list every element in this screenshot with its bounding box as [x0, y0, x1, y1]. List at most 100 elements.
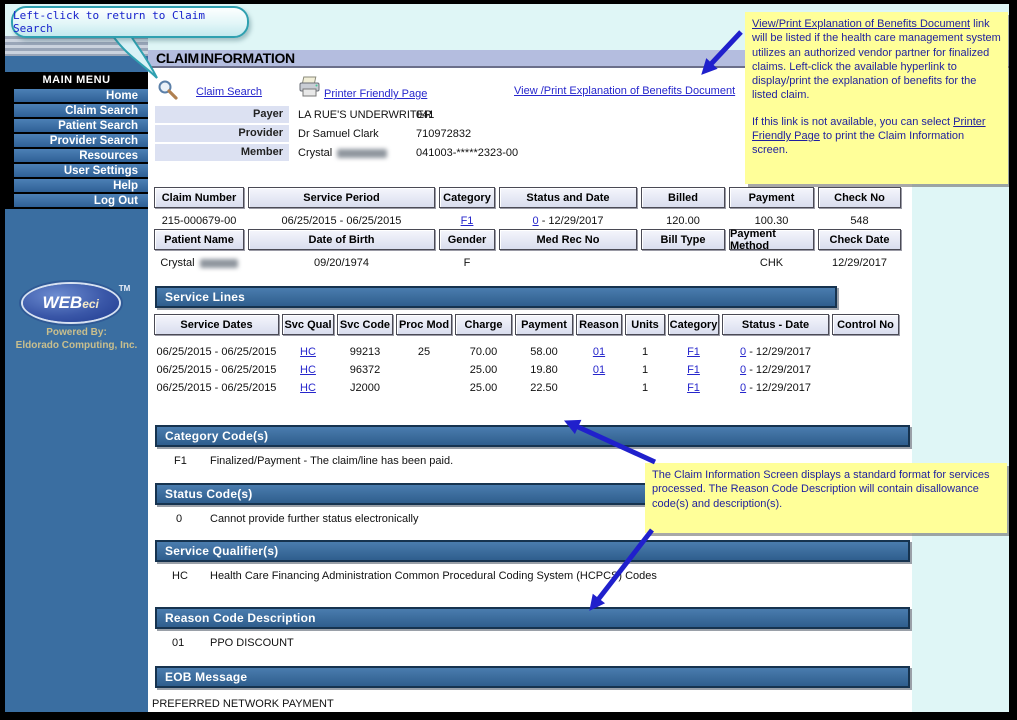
powered-by-label: Powered By:: [46, 327, 107, 338]
units: 1: [625, 382, 665, 394]
screen-format-annotation-note: The Claim Information Screen displays a …: [645, 463, 1007, 533]
sidebar: MAIN MENU Home Claim Search Patient Sear…: [5, 56, 148, 712]
sl-status-date: - 12/29/2017: [746, 346, 811, 358]
main-menu: Home Claim Search Patient Search Provide…: [5, 89, 148, 209]
col-control-no: Control No: [832, 314, 899, 335]
qualifier-code: HC: [172, 570, 188, 582]
sidebar-item-help[interactable]: Help: [14, 179, 148, 194]
control-no: [832, 364, 899, 376]
member-id: 041003-*****2323-00: [416, 147, 518, 159]
reason-code-bar: Reason Code Description: [155, 607, 910, 629]
reason: [576, 382, 622, 394]
service-lines-bar: Service Lines: [155, 286, 837, 308]
claim-table-header: Claim Number Service Period Category Sta…: [154, 187, 901, 208]
sidebar-item-patient-search[interactable]: Patient Search: [14, 119, 148, 134]
service-qualifier-bar: Service Qualifier(s): [155, 540, 910, 562]
sidebar-item-user-settings[interactable]: User Settings: [14, 164, 148, 179]
provider-name: Dr Samuel Clark: [298, 128, 379, 140]
sidebar-item-claim-search[interactable]: Claim Search: [14, 104, 148, 119]
redacted-surname: [200, 259, 238, 268]
patient-table-header: Patient Name Date of Birth Gender Med Re…: [154, 229, 901, 250]
claim-search-callout: Left-click to return to Claim Search: [11, 6, 249, 38]
col-billed: Billed: [641, 187, 725, 208]
col-sl-payment: Payment: [515, 314, 573, 335]
status-desc: Cannot provide further status electronic…: [210, 513, 419, 525]
svc-qual-link[interactable]: HC: [300, 364, 316, 376]
col-units: Units: [625, 314, 665, 335]
med-rec-no: [499, 257, 637, 269]
col-service-dates: Service Dates: [154, 314, 279, 335]
charge: 25.00: [455, 364, 512, 376]
status-date: - 12/29/2017: [539, 215, 604, 227]
page: MAIN MENU Home Claim Search Patient Sear…: [5, 4, 1009, 712]
svc-qual-link[interactable]: HC: [300, 382, 316, 394]
sidebar-item-home[interactable]: Home: [14, 89, 148, 104]
payer-name: LA RUE'S UNDERWRITER: [298, 109, 432, 121]
charge: 25.00: [455, 382, 512, 394]
proc-mod: 25: [396, 346, 452, 358]
sl-category-link[interactable]: F1: [687, 346, 700, 358]
status-code: 0: [176, 513, 182, 525]
printer-icon[interactable]: [298, 76, 322, 98]
payment-amount: 100.30: [729, 215, 814, 227]
svc-qual-link[interactable]: HC: [300, 346, 316, 358]
eob-document-link[interactable]: View /Print Explanation of Benefits Docu…: [514, 85, 735, 97]
control-no: [832, 346, 899, 358]
col-payment-method: Payment Method: [729, 229, 814, 250]
sl-dates: 06/25/2015 - 06/25/2015: [154, 364, 279, 376]
eob-annotation-note: View/Print Explanation of Benefits Docum…: [745, 12, 1008, 184]
member-label: Member: [155, 144, 289, 161]
sl-status-date: - 12/29/2017: [746, 382, 811, 394]
service-line-row: 06/25/2015 - 06/25/2015 HC J2000 25.00 2…: [154, 382, 899, 394]
eob-message-bar: EOB Message: [155, 666, 910, 688]
proc-mod: [396, 364, 452, 376]
category-codes-bar: Category Code(s): [155, 425, 910, 447]
company-name: Eldorado Computing, Inc.: [16, 340, 138, 351]
eob-message: PREFERRED NETWORK PAYMENT: [152, 698, 334, 710]
qualifier-desc: Health Care Financing Administration Com…: [210, 570, 657, 582]
col-check-no: Check No: [818, 187, 901, 208]
sl-category-link[interactable]: F1: [687, 364, 700, 376]
decorative-stripe-band: [5, 36, 148, 56]
patient-name: Crystal: [154, 257, 244, 269]
col-dob: Date of Birth: [248, 229, 435, 250]
sl-dates: 06/25/2015 - 06/25/2015: [154, 382, 279, 394]
provider-id: 710972832: [416, 128, 471, 140]
sl-dates: 06/25/2015 - 06/25/2015: [154, 346, 279, 358]
service-period: 06/25/2015 - 06/25/2015: [248, 215, 435, 227]
col-reason: Reason: [576, 314, 622, 335]
webeci-logo: WEBeciTM Powered By: Eldorado Computing,…: [5, 284, 148, 352]
category-link[interactable]: F1: [461, 215, 474, 227]
claim-search-link[interactable]: Claim Search: [196, 86, 262, 98]
patient-gender: F: [439, 257, 495, 269]
sl-status-date: - 12/29/2017: [746, 364, 811, 376]
sidebar-item-log-out[interactable]: Log Out: [14, 194, 148, 209]
magnifier-icon[interactable]: [157, 79, 179, 101]
col-svc-qual: Svc Qual: [282, 314, 334, 335]
billed-amount: 120.00: [641, 215, 725, 227]
col-sl-status-date: Status - Date: [722, 314, 829, 335]
col-patient-name: Patient Name: [154, 229, 244, 250]
payment-method: CHK: [729, 257, 814, 269]
col-bill-type: Bill Type: [641, 229, 725, 250]
charge: 70.00: [455, 346, 512, 358]
col-payment: Payment: [729, 187, 814, 208]
units: 1: [625, 346, 665, 358]
check-date: 12/29/2017: [818, 257, 901, 269]
col-status-date: Status and Date: [499, 187, 637, 208]
reason-link[interactable]: 01: [593, 364, 605, 376]
category-code: F1: [174, 455, 187, 467]
sidebar-item-resources[interactable]: Resources: [14, 149, 148, 164]
payer-label: Payer: [155, 106, 289, 123]
svc-code: 99213: [337, 346, 393, 358]
printer-friendly-link[interactable]: Printer Friendly Page: [324, 88, 427, 100]
svc-code: 96372: [337, 364, 393, 376]
col-sl-category: Category: [668, 314, 719, 335]
sidebar-item-provider-search[interactable]: Provider Search: [14, 134, 148, 149]
service-lines-header: Service Dates Svc Qual Svc Code Proc Mod…: [154, 314, 899, 335]
reason-link[interactable]: 01: [593, 346, 605, 358]
sl-category-link[interactable]: F1: [687, 382, 700, 394]
control-no: [832, 382, 899, 394]
col-gender: Gender: [439, 229, 495, 250]
col-claim-number: Claim Number: [154, 187, 244, 208]
